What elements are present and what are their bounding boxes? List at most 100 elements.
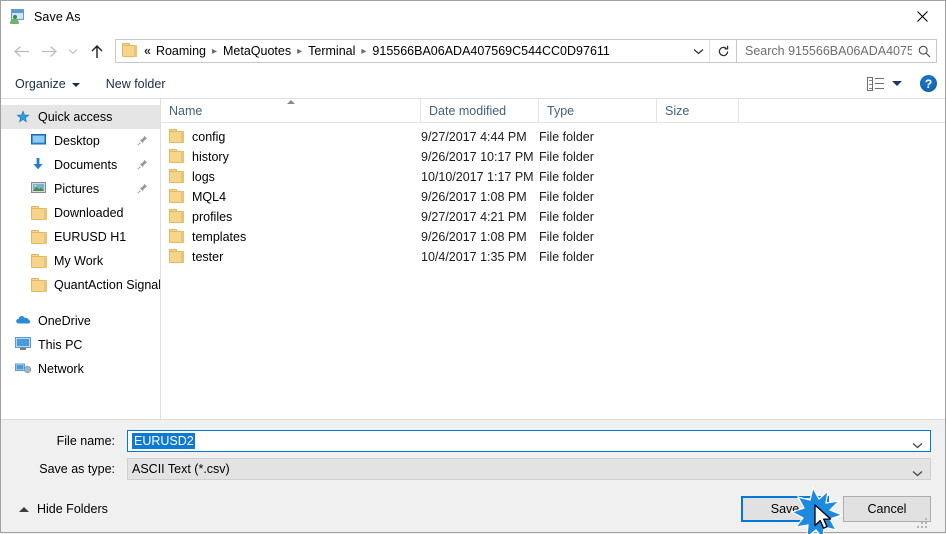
refresh-button[interactable] (709, 40, 736, 62)
file-name-cell: logs (161, 169, 421, 184)
sidebar-item-eurusd-h1[interactable]: EURUSD H1 (1, 225, 160, 249)
table-row[interactable]: logs 10/10/2017 1:17 PM File folder (161, 167, 945, 187)
file-name: tester (192, 250, 224, 264)
save-button-label: Save (770, 502, 800, 516)
table-row[interactable]: tester 10/4/2017 1:35 PM File folder (161, 247, 945, 267)
change-view-button[interactable] (867, 76, 902, 91)
new-folder-button[interactable]: New folder (106, 77, 166, 91)
navigation-bar: « Roaming ▸ MetaQuotes ▸ Terminal ▸ 9155… (1, 33, 945, 69)
back-button[interactable] (7, 38, 35, 64)
sidebar-item-my-work[interactable]: My Work (1, 249, 160, 273)
table-row[interactable]: MQL4 9/26/2017 1:08 PM File folder (161, 187, 945, 207)
sidebar-item-documents[interactable]: Documents (1, 153, 160, 177)
breadcrumb-item-terminal-id[interactable]: 915566BA06ADA407569C544CC0D97611 (370, 44, 611, 58)
sidebar-label: OneDrive (38, 314, 91, 328)
file-name-label: File name: (56, 434, 115, 448)
save-as-type-row: Save as type: ASCII Text (*.csv) (15, 458, 931, 480)
folder-icon (169, 189, 184, 203)
forward-button[interactable] (35, 38, 63, 64)
file-date: 10/4/2017 1:35 PM (421, 250, 527, 264)
help-button[interactable]: ? (920, 75, 937, 92)
address-bar[interactable]: « Roaming ▸ MetaQuotes ▸ Terminal ▸ 9155… (115, 39, 737, 63)
sidebar-item-quantaction-signal[interactable]: QuantAction Signal (1, 273, 160, 297)
table-row[interactable]: history 9/26/2017 10:17 PM File folder (161, 147, 945, 167)
organize-button[interactable]: Organize (15, 77, 80, 91)
hide-folders-label: Hide Folders (37, 502, 108, 516)
pin-icon[interactable] (137, 183, 148, 194)
close-icon (916, 11, 928, 22)
file-name-input[interactable]: EURUSD2 (127, 430, 931, 452)
save-as-type-select[interactable]: ASCII Text (*.csv) (127, 458, 931, 480)
sidebar-label: EURUSD H1 (54, 230, 127, 244)
table-row[interactable]: config 9/27/2017 4:44 PM File folder (161, 127, 945, 147)
file-type: File folder (539, 150, 594, 164)
search-icon (912, 45, 936, 58)
breadcrumb-item-terminal[interactable]: Terminal (306, 44, 357, 58)
file-type: File folder (539, 170, 594, 184)
sidebar-item-pictures[interactable]: Pictures (1, 177, 160, 201)
column-label: Size (665, 103, 690, 118)
folder-icon (31, 277, 47, 292)
sidebar-item-desktop[interactable]: Desktop (1, 129, 160, 153)
hide-folders-button[interactable]: Hide Folders (15, 502, 108, 516)
sidebar-label: My Work (54, 254, 104, 268)
breadcrumb-item-metaquotes[interactable]: MetaQuotes (221, 44, 293, 58)
sidebar-item-onedrive[interactable]: OneDrive (1, 309, 160, 333)
chevron-down-icon[interactable] (912, 438, 923, 452)
file-name-cell: tester (161, 249, 421, 264)
cancel-button-label: Cancel (867, 502, 907, 516)
sidebar-item-downloaded[interactable]: Downloaded (1, 201, 160, 225)
save-as-dialog: Save As « Roaming ▸ MetaQuotes ▸ Termina… (0, 0, 946, 534)
new-folder-label: New folder (105, 76, 166, 91)
sidebar-label: Desktop (54, 134, 100, 148)
desktop-icon (31, 133, 47, 149)
column-header-size[interactable]: Size (657, 99, 739, 122)
chevron-down-icon (693, 48, 703, 54)
folder-icon (169, 209, 184, 223)
sidebar-label: Quick access (38, 110, 113, 124)
chevron-down-icon[interactable] (912, 466, 923, 480)
address-dropdown-button[interactable] (687, 48, 709, 55)
breadcrumb: « Roaming ▸ MetaQuotes ▸ Terminal ▸ 9155… (142, 44, 687, 58)
search-box[interactable]: Search 915566BA06ADA40756... (737, 39, 937, 63)
column-header-name[interactable]: Name (161, 99, 421, 122)
file-date: 9/26/2017 1:08 PM (421, 230, 527, 244)
table-row[interactable]: templates 9/26/2017 1:08 PM File folder (161, 227, 945, 247)
file-list-rows: config 9/27/2017 4:44 PM File folder his… (161, 123, 945, 419)
folder-icon (169, 169, 184, 183)
file-date: 10/10/2017 1:17 PM (421, 170, 534, 184)
file-name: MQL4 (192, 190, 227, 204)
file-name: templates (192, 230, 247, 244)
sidebar-label: QuantAction Signal (54, 278, 160, 292)
back-arrow-icon (13, 45, 29, 57)
caret-down-icon (71, 82, 80, 87)
resize-grip-icon[interactable] (917, 518, 929, 530)
folder-icon (169, 129, 184, 143)
breadcrumb-item-roaming[interactable]: Roaming (154, 44, 208, 58)
refresh-icon (718, 45, 728, 56)
caret-down-icon[interactable] (892, 81, 902, 86)
sidebar-item-quick-access[interactable]: Quick access (1, 105, 160, 129)
pin-icon[interactable] (137, 159, 148, 170)
sidebar-item-network[interactable]: Network (1, 357, 160, 381)
close-button[interactable] (899, 1, 945, 32)
file-type: File folder (539, 210, 594, 224)
table-row[interactable]: profiles 9/27/2017 4:21 PM File folder (161, 207, 945, 227)
help-icon: ? (924, 76, 933, 91)
file-name: history (192, 150, 229, 164)
pin-icon[interactable] (137, 135, 148, 146)
folder-icon (31, 205, 47, 220)
folder-icon (31, 229, 47, 244)
save-as-app-icon (10, 9, 26, 25)
column-header-type[interactable]: Type (539, 99, 657, 122)
save-button[interactable]: Save (741, 496, 829, 522)
file-name-cell: templates (161, 229, 421, 244)
onedrive-cloud-icon (15, 313, 31, 329)
search-input[interactable]: Search 915566BA06ADA40756... (737, 44, 912, 58)
file-name-text: EURUSD2 (132, 433, 195, 449)
sidebar-item-this-pc[interactable]: This PC (1, 333, 160, 357)
breadcrumb-overflow[interactable]: « (142, 44, 154, 58)
up-button[interactable] (83, 38, 111, 64)
recent-locations-button[interactable] (63, 38, 83, 64)
column-header-date-modified[interactable]: Date modified (421, 99, 539, 122)
